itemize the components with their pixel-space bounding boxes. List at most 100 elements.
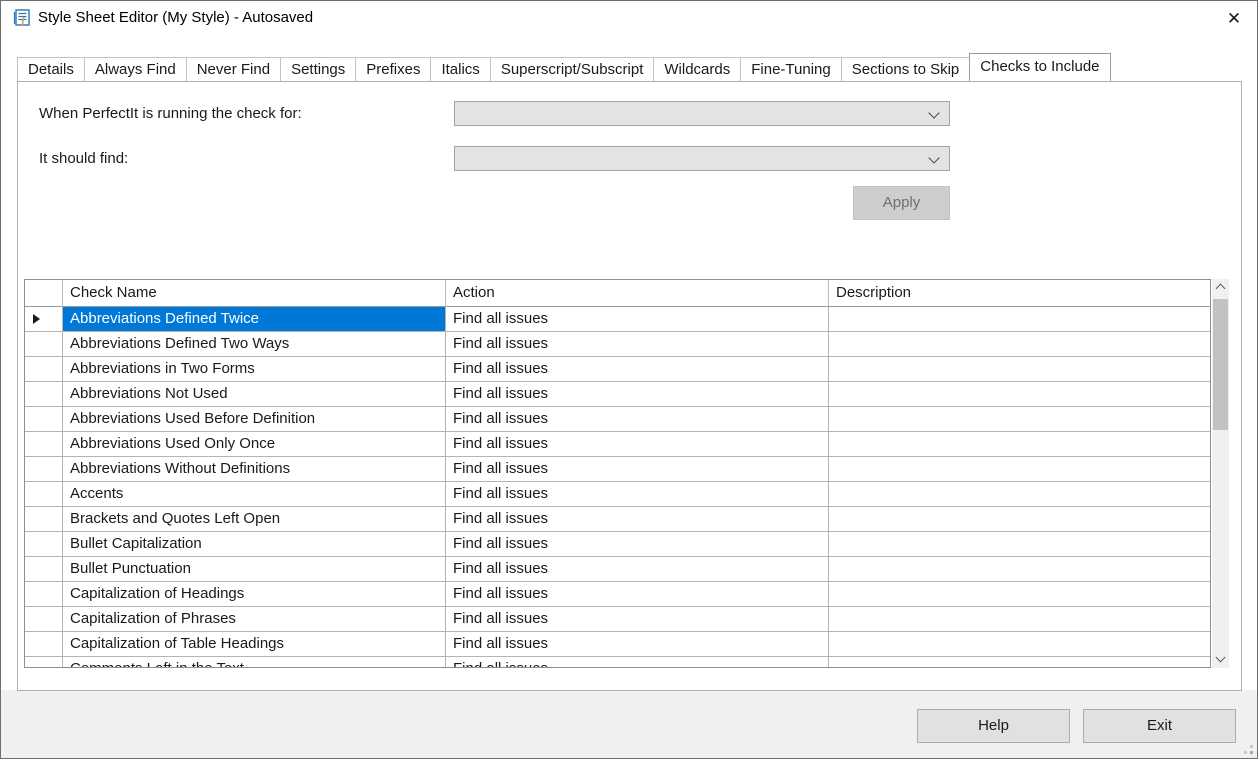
- check-name-cell[interactable]: Abbreviations Defined Two Ways: [63, 332, 446, 356]
- tab-fine-tuning[interactable]: Fine-Tuning: [740, 57, 841, 81]
- description-cell[interactable]: [829, 632, 1210, 656]
- tab-superscript-subscript[interactable]: Superscript/Subscript: [490, 57, 655, 81]
- table-row[interactable]: Bullet PunctuationFind all issues: [25, 557, 1210, 582]
- table-row[interactable]: Abbreviations Used Before DefinitionFind…: [25, 407, 1210, 432]
- check-name-cell[interactable]: Bullet Capitalization: [63, 532, 446, 556]
- row-indicator-cell[interactable]: [25, 532, 63, 556]
- check-name-cell[interactable]: Abbreviations Without Definitions: [63, 457, 446, 481]
- table-row[interactable]: Abbreviations Without DefinitionsFind al…: [25, 457, 1210, 482]
- check-name-cell[interactable]: Capitalization of Headings: [63, 582, 446, 606]
- scrollbar-thumb[interactable]: [1213, 299, 1228, 430]
- description-cell[interactable]: [829, 557, 1210, 581]
- scroll-up-icon[interactable]: [1212, 279, 1229, 296]
- tab-wildcards[interactable]: Wildcards: [653, 57, 741, 81]
- resize-grip-icon[interactable]: [1250, 751, 1253, 754]
- action-cell[interactable]: Find all issues: [446, 382, 829, 406]
- scroll-down-icon[interactable]: [1212, 651, 1229, 668]
- table-row[interactable]: Abbreviations Not UsedFind all issues: [25, 382, 1210, 407]
- should-find-dropdown[interactable]: [454, 146, 950, 171]
- check-name-cell[interactable]: Abbreviations Not Used: [63, 382, 446, 406]
- row-indicator-cell[interactable]: [25, 432, 63, 456]
- table-row[interactable]: Abbreviations in Two FormsFind all issue…: [25, 357, 1210, 382]
- table-row[interactable]: Brackets and Quotes Left OpenFind all is…: [25, 507, 1210, 532]
- check-name-cell[interactable]: Capitalization of Phrases: [63, 607, 446, 631]
- description-cell[interactable]: [829, 382, 1210, 406]
- tab-never-find[interactable]: Never Find: [186, 57, 281, 81]
- grid-vertical-scrollbar[interactable]: [1212, 279, 1229, 668]
- action-cell[interactable]: Find all issues: [446, 307, 829, 331]
- row-indicator-cell[interactable]: [25, 607, 63, 631]
- table-row[interactable]: Capitalization of PhrasesFind all issues: [25, 607, 1210, 632]
- table-row[interactable]: Abbreviations Used Only OnceFind all iss…: [25, 432, 1210, 457]
- check-name-cell[interactable]: Abbreviations Used Before Definition: [63, 407, 446, 431]
- tab-prefixes[interactable]: Prefixes: [355, 57, 431, 81]
- description-cell[interactable]: [829, 457, 1210, 481]
- check-name-cell[interactable]: Bullet Punctuation: [63, 557, 446, 581]
- row-indicator-cell[interactable]: [25, 632, 63, 656]
- description-cell[interactable]: [829, 532, 1210, 556]
- action-cell[interactable]: Find all issues: [446, 657, 829, 668]
- tab-settings[interactable]: Settings: [280, 57, 356, 81]
- action-cell[interactable]: Find all issues: [446, 357, 829, 381]
- description-cell[interactable]: [829, 657, 1210, 668]
- description-cell[interactable]: [829, 607, 1210, 631]
- row-indicator-cell[interactable]: [25, 357, 63, 381]
- table-row[interactable]: Capitalization of HeadingsFind all issue…: [25, 582, 1210, 607]
- running-check-dropdown[interactable]: [454, 101, 950, 126]
- description-cell[interactable]: [829, 357, 1210, 381]
- table-row[interactable]: Bullet CapitalizationFind all issues: [25, 532, 1210, 557]
- tab-sections-to-skip[interactable]: Sections to Skip: [841, 57, 971, 81]
- table-row[interactable]: AccentsFind all issues: [25, 482, 1210, 507]
- column-header-action[interactable]: Action: [446, 280, 829, 306]
- description-cell[interactable]: [829, 307, 1210, 331]
- table-row[interactable]: Abbreviations Defined Two WaysFind all i…: [25, 332, 1210, 357]
- row-indicator-cell[interactable]: [25, 557, 63, 581]
- check-name-cell[interactable]: Abbreviations Defined Twice: [63, 307, 446, 331]
- action-cell[interactable]: Find all issues: [446, 432, 829, 456]
- action-cell[interactable]: Find all issues: [446, 482, 829, 506]
- check-name-cell[interactable]: Abbreviations Used Only Once: [63, 432, 446, 456]
- row-indicator-cell[interactable]: [25, 332, 63, 356]
- action-cell[interactable]: Find all issues: [446, 607, 829, 631]
- exit-button[interactable]: Exit: [1083, 709, 1236, 743]
- help-button[interactable]: Help: [917, 709, 1070, 743]
- description-cell[interactable]: [829, 507, 1210, 531]
- check-name-cell[interactable]: Accents: [63, 482, 446, 506]
- apply-button[interactable]: Apply: [853, 186, 950, 220]
- check-name-cell[interactable]: Abbreviations in Two Forms: [63, 357, 446, 381]
- table-row[interactable]: Capitalization of Table HeadingsFind all…: [25, 632, 1210, 657]
- action-cell[interactable]: Find all issues: [446, 407, 829, 431]
- check-name-cell[interactable]: Brackets and Quotes Left Open: [63, 507, 446, 531]
- tab-always-find[interactable]: Always Find: [84, 57, 187, 81]
- table-row[interactable]: Comments Left in the TextFind all issues: [25, 657, 1210, 668]
- action-cell[interactable]: Find all issues: [446, 632, 829, 656]
- table-row[interactable]: Abbreviations Defined TwiceFind all issu…: [25, 307, 1210, 332]
- row-indicator-cell[interactable]: [25, 482, 63, 506]
- action-cell[interactable]: Find all issues: [446, 507, 829, 531]
- column-header-description[interactable]: Description: [829, 280, 1210, 306]
- check-name-cell[interactable]: Capitalization of Table Headings: [63, 632, 446, 656]
- check-name-cell[interactable]: Comments Left in the Text: [63, 657, 446, 668]
- action-cell[interactable]: Find all issues: [446, 557, 829, 581]
- row-indicator-cell[interactable]: [25, 307, 63, 331]
- description-cell[interactable]: [829, 407, 1210, 431]
- close-icon[interactable]: ✕: [1221, 7, 1247, 31]
- description-cell[interactable]: [829, 332, 1210, 356]
- row-indicator-cell[interactable]: [25, 582, 63, 606]
- description-cell[interactable]: [829, 482, 1210, 506]
- column-header-check-name[interactable]: Check Name: [63, 280, 446, 306]
- tab-checks-to-include[interactable]: Checks to Include: [969, 53, 1110, 81]
- row-indicator-cell[interactable]: [25, 507, 63, 531]
- row-indicator-cell[interactable]: [25, 657, 63, 668]
- tab-details[interactable]: Details: [17, 57, 85, 81]
- action-cell[interactable]: Find all issues: [446, 457, 829, 481]
- action-cell[interactable]: Find all issues: [446, 532, 829, 556]
- row-indicator-cell[interactable]: [25, 457, 63, 481]
- description-cell[interactable]: [829, 432, 1210, 456]
- action-cell[interactable]: Find all issues: [446, 332, 829, 356]
- row-indicator-cell[interactable]: [25, 407, 63, 431]
- row-indicator-cell[interactable]: [25, 382, 63, 406]
- tab-italics[interactable]: Italics: [430, 57, 490, 81]
- description-cell[interactable]: [829, 582, 1210, 606]
- action-cell[interactable]: Find all issues: [446, 582, 829, 606]
